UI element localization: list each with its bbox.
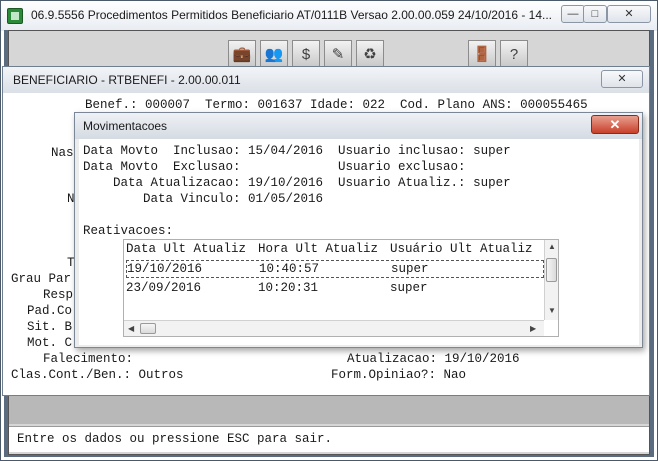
label-mot: Mot. C: [27, 336, 73, 350]
reativacoes-grid[interactable]: Data Ult Atualiz Hora Ult Atualiz Usuári…: [123, 239, 559, 337]
scroll-left-icon[interactable]: ◀: [128, 324, 134, 333]
cell-hora: 10:40:57: [259, 262, 320, 276]
column-usuario-ult-atualiz[interactable]: Usuário Ult Atualiz: [390, 241, 533, 257]
beneficiario-titlebar[interactable]: BENEFICIARIO - RTBENEFI - 2.00.00.011 ✕: [3, 67, 649, 93]
maximize-button[interactable]: □: [583, 5, 607, 23]
label-grau: Grau Par: [11, 272, 72, 286]
scroll-down-icon[interactable]: ▼: [548, 306, 556, 315]
stamp-icon[interactable]: ✎: [324, 40, 352, 68]
scroll-up-icon[interactable]: ▲: [548, 242, 556, 251]
recycle-icon[interactable]: ♻: [356, 40, 384, 68]
close-button[interactable]: ✕: [607, 5, 651, 23]
status-message: Entre os dados ou pressione ESC para sai…: [17, 432, 333, 446]
label-resp: Resp: [43, 288, 74, 302]
movimentacoes-titlebar[interactable]: Movimentacoes ✕: [75, 113, 642, 139]
scroll-right-icon[interactable]: ▶: [530, 324, 536, 333]
movimentacoes-dialog: Movimentacoes ✕ Data Movto Inclusao: 15/…: [74, 112, 643, 348]
data-atualizacao: Data Atualizacao: 19/10/2016 Usuario Atu…: [83, 176, 511, 190]
vertical-scroll-thumb[interactable]: [546, 258, 557, 282]
beneficiario-title: BENEFICIARIO - RTBENEFI - 2.00.00.011: [13, 73, 241, 87]
horizontal-scroll-thumb[interactable]: [140, 323, 156, 334]
table-row[interactable]: 19/10/2016 10:40:57 super: [126, 260, 544, 278]
movimentacoes-title: Movimentacoes: [83, 119, 168, 133]
horizontal-scrollbar[interactable]: ◀ ▶: [124, 320, 544, 336]
reativacoes-label: Reativacoes:: [83, 224, 174, 238]
empty-panel: [9, 396, 649, 424]
label-sit: Sit. B: [27, 320, 73, 334]
window-title: 06.9.5556 Procedimentos Permitidos Benef…: [31, 8, 553, 22]
money-doc-icon[interactable]: $: [292, 40, 320, 68]
table-row[interactable]: 23/09/2016 10:20:31 super: [126, 280, 544, 298]
beneficiario-header: Benef.: 000007 Termo: 001637 Idade: 022 …: [85, 98, 588, 112]
main-titlebar[interactable]: 06.9.5556 Procedimentos Permitidos Benef…: [1, 1, 657, 31]
exit-door-icon[interactable]: 🚪: [468, 40, 496, 68]
grid-header: Data Ult Atualiz Hora Ult Atualiz Usuári…: [124, 240, 544, 258]
clas-cont-field: Clas.Cont./Ben.: Outros: [11, 368, 184, 382]
minimize-button[interactable]: —: [561, 5, 585, 23]
label-pad: Pad.Co: [27, 304, 73, 318]
cell-data: 19/10/2016: [127, 262, 203, 276]
app-icon: [7, 8, 23, 24]
cell-usuario: super: [391, 262, 429, 276]
cell-hora: 10:20:31: [258, 281, 319, 295]
cell-data: 23/09/2016: [126, 281, 202, 295]
data-movto-inclusao: Data Movto Inclusao: 15/04/2016 Usuario …: [83, 144, 511, 158]
movimentacoes-close-button[interactable]: ✕: [591, 115, 639, 134]
movimentacoes-body: Data Movto Inclusao: 15/04/2016 Usuario …: [79, 139, 639, 345]
data-movto-exclusao: Data Movto Exclusao: Usuario exclusao:: [83, 160, 466, 174]
column-data-ult-atualiz[interactable]: Data Ult Atualiz: [126, 241, 246, 257]
beneficiario-close-button[interactable]: ✕: [601, 70, 643, 88]
column-hora-ult-atualiz[interactable]: Hora Ult Atualiz: [258, 241, 378, 257]
label-nas: Nas: [51, 146, 74, 160]
atualizacao-field: Atualizacao: 19/10/2016: [347, 352, 520, 366]
vertical-scrollbar[interactable]: ▲ ▼: [544, 240, 558, 320]
status-bar: Entre os dados ou pressione ESC para sai…: [9, 426, 649, 452]
form-opiniao-field: Form.Opiniao?: Nao: [331, 368, 467, 382]
people-icon[interactable]: 👥: [260, 40, 288, 68]
briefcase-icon[interactable]: 💼: [228, 40, 256, 68]
data-vinculo: Data Vinculo: 01/05/2016: [83, 192, 324, 206]
falecimento-label: Falecimento:: [43, 352, 134, 366]
help-icon[interactable]: ?: [500, 40, 528, 68]
cell-usuario: super: [390, 281, 428, 295]
